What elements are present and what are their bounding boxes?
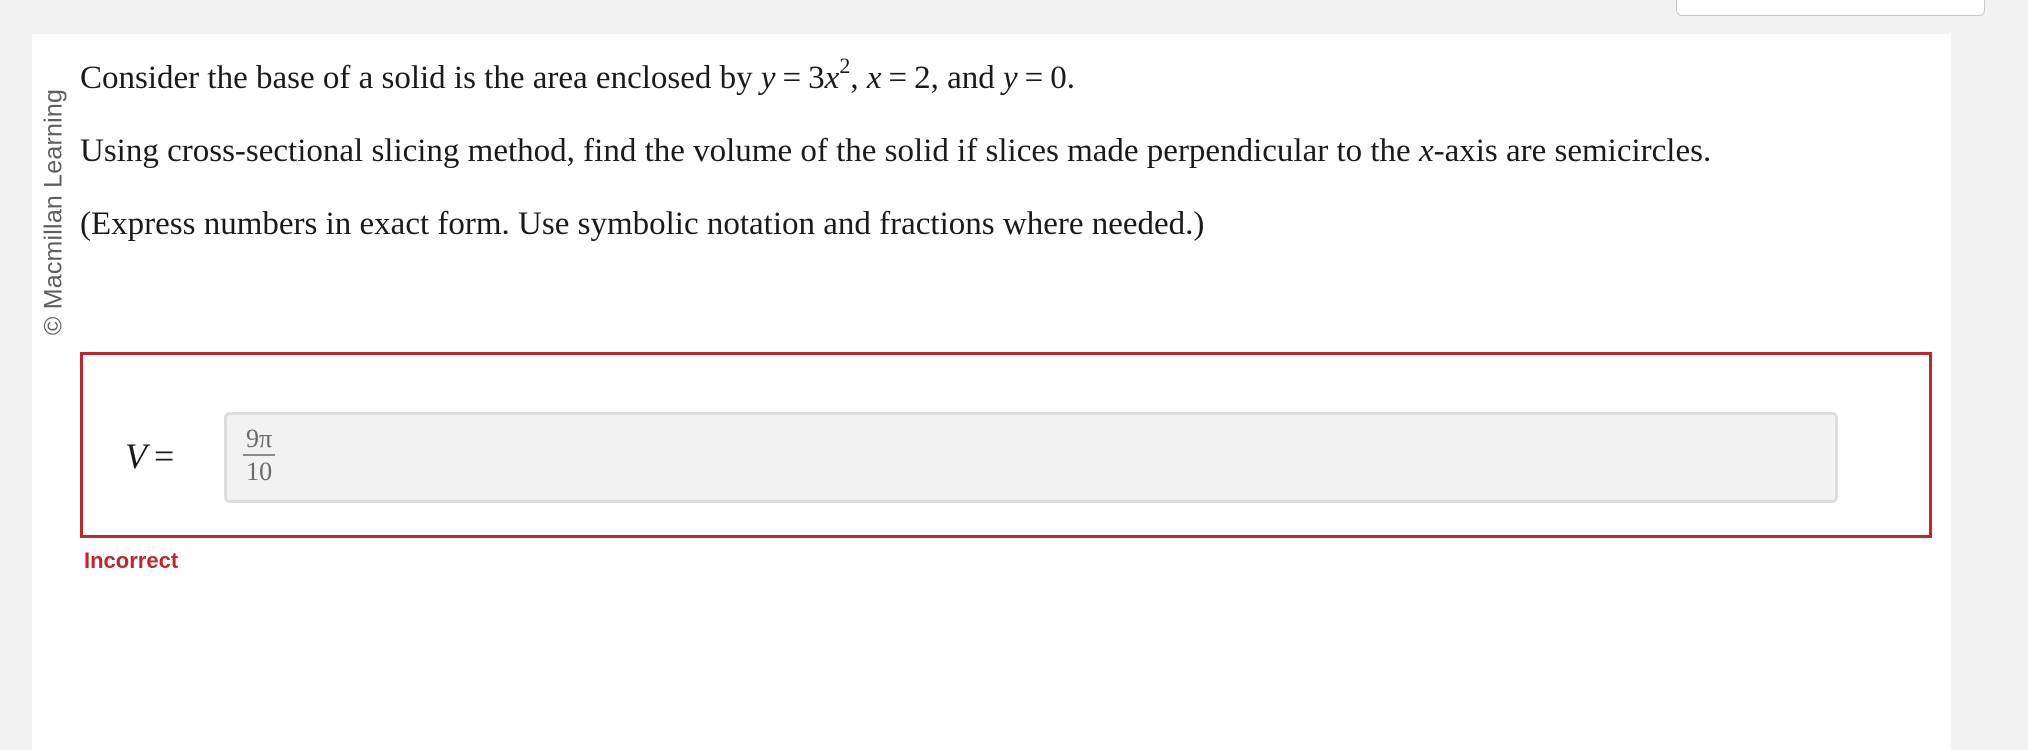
top-right-control[interactable] [1676,0,1985,16]
problem-text-method: Using cross-sectional slicing method, fi… [80,133,1419,169]
answer-container: V = 9π 10 [80,352,1932,538]
fraction-denominator: 10 [246,457,273,486]
equation-y-equals-0: y = 0 [1003,60,1067,96]
problem-text-prefix: Consider the base of a solid is the area… [80,60,761,96]
problem-text-axis: -axis are semicircles. [1433,133,1712,169]
math-var-y: y [760,60,776,96]
math-var-x: x [824,60,840,96]
math-coefficient: 3 [808,60,825,96]
answer-label: V = [125,435,181,477]
problem-line-region: Consider the base of a solid is the area… [80,55,1711,98]
math-var-x: x [1418,133,1434,169]
copyright-watermark: © Macmillan Learning [39,88,68,336]
problem-line-instructions: (Express numbers in exact form. Use symb… [80,206,1205,242]
problem-statement: Consider the base of a solid is the area… [80,55,1711,277]
math-value: 0 [1050,60,1067,96]
equation-x-equals-2: x = 2 [867,60,931,96]
math-equals: = [888,60,908,96]
equation-y-equals-3x2: y = 3x2 [760,55,850,97]
problem-line-method: Using cross-sectional slicing method, fi… [80,131,1711,171]
math-comma: , [850,60,859,96]
math-equals: = [154,436,175,476]
math-equals: = [782,60,802,96]
answer-input-field[interactable]: 9π 10 [224,412,1838,503]
math-var-v: V [125,436,147,476]
math-equals: = [1024,60,1044,96]
answer-fraction: 9π 10 [243,424,276,486]
math-period: . [1066,60,1076,96]
problem-text-and: , and [930,60,1004,96]
math-var-x: x [866,60,882,96]
math-var-y: y [1003,60,1018,96]
answer-status: Incorrect [84,548,179,573]
math-value: 2 [914,60,931,96]
fraction-numerator: 9π [243,424,276,456]
math-exponent: 2 [839,53,851,78]
